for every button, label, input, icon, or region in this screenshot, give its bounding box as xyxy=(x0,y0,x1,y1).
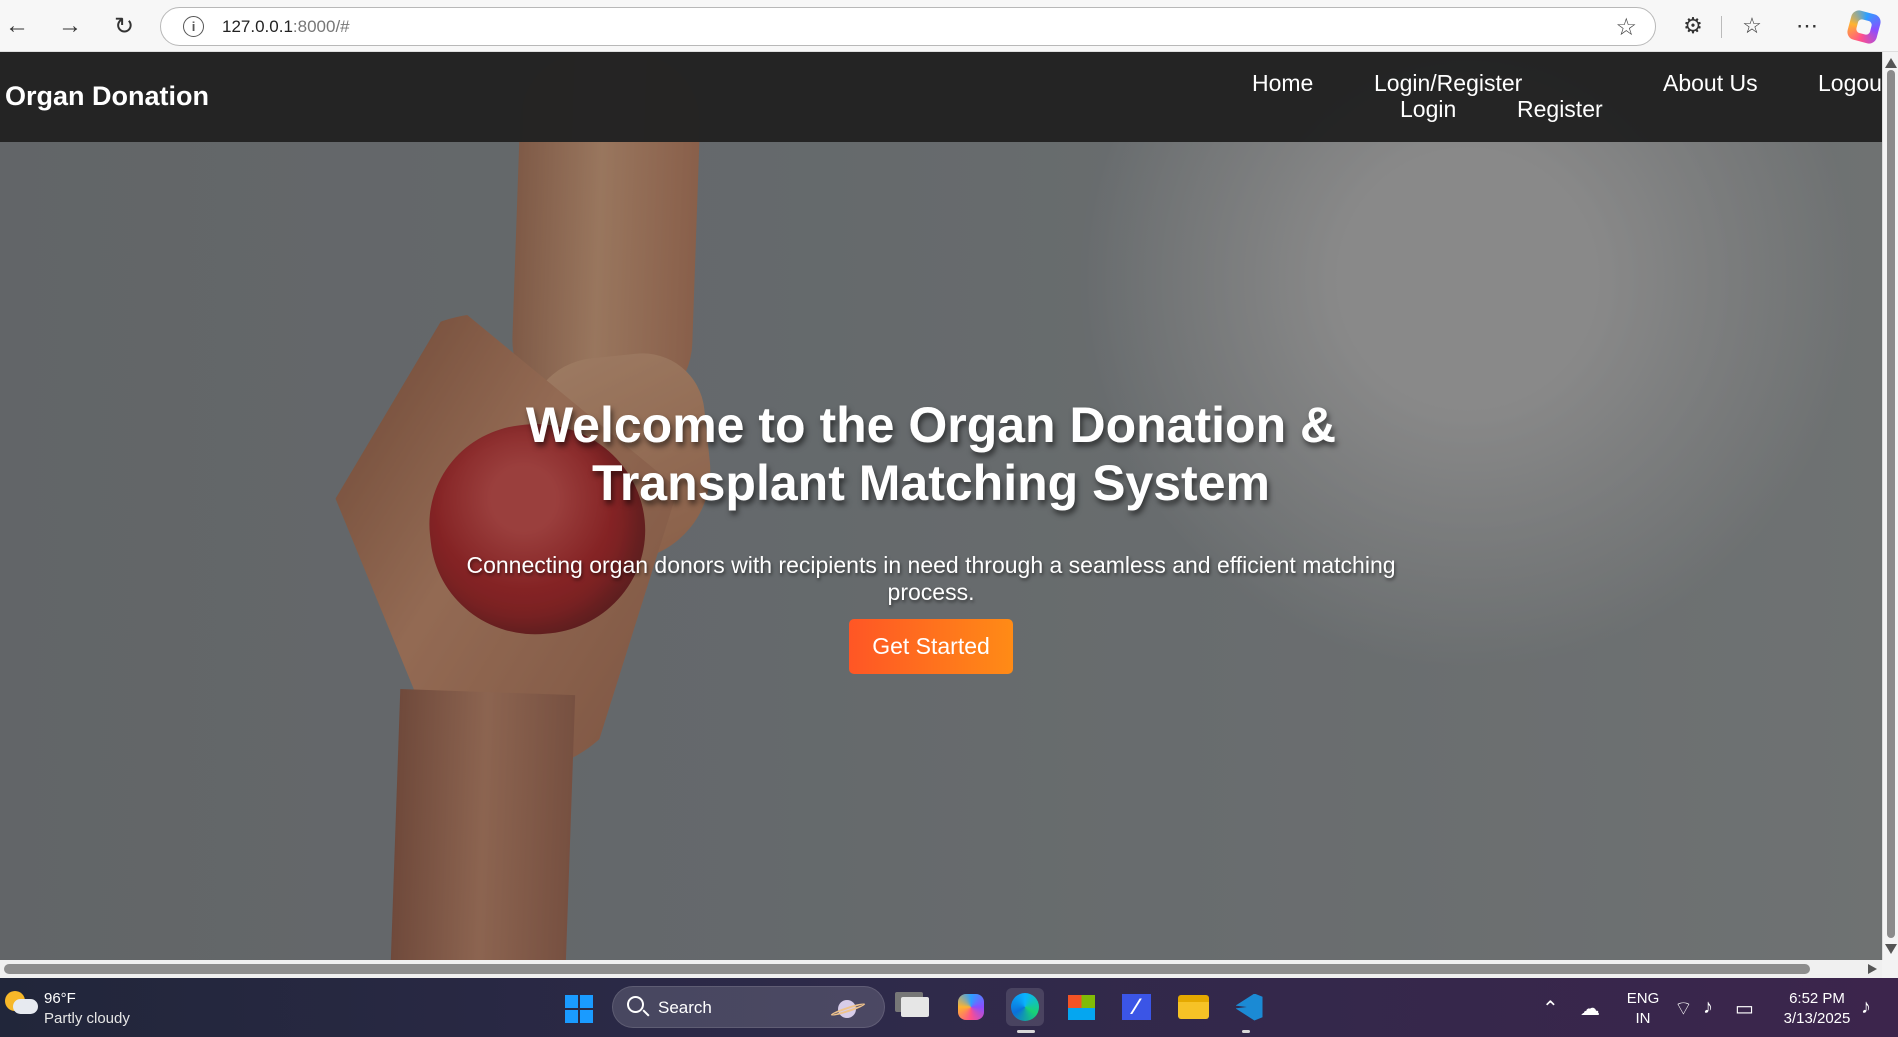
copilot-icon[interactable] xyxy=(1845,8,1883,46)
nav-register-link[interactable]: Register xyxy=(1517,96,1603,123)
favorite-star-icon[interactable]: ☆ xyxy=(1615,13,1637,42)
taskbar-date[interactable]: 3/13/2025 xyxy=(1774,1010,1860,1027)
nav-login-link[interactable]: Login xyxy=(1400,96,1456,123)
copilot-taskbar-icon[interactable] xyxy=(952,988,990,1026)
vscode-icon[interactable] xyxy=(1230,988,1268,1026)
hero-subtitle: Connecting organ donors with recipients … xyxy=(466,552,1396,605)
edge-browser-icon[interactable] xyxy=(1006,988,1044,1026)
url-text[interactable]: 127.0.0.1:8000/# xyxy=(222,17,350,37)
extensions-icon[interactable]: ⚙ xyxy=(1676,10,1710,42)
battery-icon[interactable]: ▭ xyxy=(1735,996,1754,1021)
visual-studio-icon[interactable]: ⁄ xyxy=(1117,988,1155,1026)
weather-temperature[interactable]: 96°F xyxy=(44,990,76,1007)
taskbar-search[interactable]: Search xyxy=(612,986,885,1028)
search-label: Search xyxy=(658,998,712,1017)
scroll-down-icon[interactable] xyxy=(1885,944,1897,954)
file-explorer-icon[interactable] xyxy=(1174,988,1212,1026)
weather-description[interactable]: Partly cloudy xyxy=(44,1010,130,1027)
speaker-icon[interactable]: ♪ xyxy=(1703,996,1713,1019)
cloud-icon xyxy=(13,999,38,1014)
more-icon[interactable]: ⋯ xyxy=(1790,10,1824,42)
nav-logout-link[interactable]: Logout xyxy=(1818,70,1882,97)
hero-title: Welcome to the Organ Donation & Transpla… xyxy=(525,397,1337,511)
taskbar-time[interactable]: 6:52 PM xyxy=(1774,990,1860,1007)
language-indicator-top[interactable]: ENG xyxy=(1623,990,1663,1007)
browser-toolbar: ← → ↻ i 127.0.0.1:8000/# ☆ ⚙ ☆ ⋯ xyxy=(0,0,1898,52)
vertical-scroll-thumb[interactable] xyxy=(1887,70,1895,938)
forward-icon[interactable]: → xyxy=(53,10,87,42)
edge-active-indicator xyxy=(1017,1030,1035,1033)
search-highlight-icon xyxy=(830,995,870,1019)
nav-about-link[interactable]: About Us xyxy=(1663,70,1758,97)
get-started-button[interactable]: Get Started xyxy=(849,619,1013,674)
hero-section: Welcome to the Organ Donation & Transpla… xyxy=(0,396,1862,674)
vertical-scrollbar[interactable] xyxy=(1882,52,1898,960)
toolbar-divider xyxy=(1721,16,1722,38)
windows-start-icon[interactable] xyxy=(565,995,593,1023)
language-indicator-bottom[interactable]: IN xyxy=(1623,1010,1663,1027)
nav-login-register-link[interactable]: Login/Register xyxy=(1374,70,1522,97)
windows-taskbar: 96°F Partly cloudy Search ⁄ ⌃ ☁ ENG IN ⌔… xyxy=(0,978,1898,1037)
search-icon xyxy=(627,996,644,1013)
microsoft-store-icon[interactable] xyxy=(1062,988,1100,1026)
url-path: :8000/# xyxy=(292,17,350,36)
scroll-up-icon[interactable] xyxy=(1885,58,1897,68)
horizontal-scrollbar[interactable] xyxy=(0,960,1882,978)
refresh-icon[interactable]: ↻ xyxy=(107,10,141,42)
scroll-right-icon[interactable] xyxy=(1868,964,1877,974)
onedrive-icon[interactable]: ☁ xyxy=(1580,996,1600,1021)
site-navigation: Organ Donation Home Login/Register Login… xyxy=(0,52,1882,142)
address-bar[interactable]: i 127.0.0.1:8000/# ☆ xyxy=(160,7,1656,46)
nav-home-link[interactable]: Home xyxy=(1252,70,1313,97)
webpage: Organ Donation Home Login/Register Login… xyxy=(0,52,1882,960)
favorites-icon[interactable]: ☆ xyxy=(1735,10,1769,42)
task-view-icon[interactable] xyxy=(896,988,934,1026)
notifications-icon[interactable]: ♪ xyxy=(1861,996,1871,1019)
site-brand[interactable]: Organ Donation xyxy=(5,81,209,112)
url-host: 127.0.0.1 xyxy=(222,17,293,36)
partly-cloudy-icon[interactable] xyxy=(5,989,38,1019)
vscode-active-indicator xyxy=(1242,1030,1250,1033)
site-info-icon[interactable]: i xyxy=(183,16,204,37)
horizontal-scroll-thumb[interactable] xyxy=(4,964,1810,974)
chevron-up-icon[interactable]: ⌃ xyxy=(1542,996,1559,1021)
wifi-icon[interactable]: ⌔ xyxy=(1674,996,1693,1021)
back-icon[interactable]: ← xyxy=(0,10,34,42)
